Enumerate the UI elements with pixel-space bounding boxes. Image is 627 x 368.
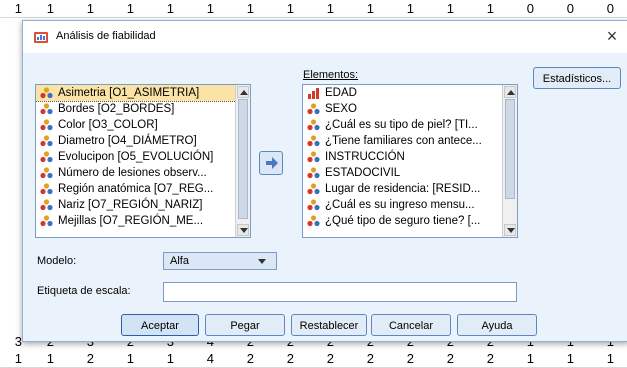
nominal-variable-icon xyxy=(40,199,53,211)
elementos-list-item[interactable]: EDAD xyxy=(303,85,517,101)
scroll-thumb[interactable] xyxy=(238,99,248,219)
nominal-variable-icon xyxy=(40,183,53,195)
sheet-cell: 1 xyxy=(606,351,614,366)
source-item-label: Asimetria [O1_ASIMETRIA] xyxy=(58,87,200,99)
right-arrow-icon xyxy=(266,157,278,169)
nominal-variable-icon xyxy=(307,215,320,227)
etiqueta-label: Etiqueta de escala: xyxy=(37,285,131,297)
reliability-dialog: Análisis de fiabilidad × Asimetria [O1_A… xyxy=(22,20,627,342)
elementos-item-label: SEXO xyxy=(325,103,357,115)
nominal-variable-icon xyxy=(307,199,320,211)
nominal-variable-icon xyxy=(40,151,53,163)
elementos-item-label: Lugar de residencia: [RESID... xyxy=(325,183,481,195)
move-to-elements-button[interactable] xyxy=(259,151,283,175)
scroll-down-arrow-icon[interactable] xyxy=(237,224,249,236)
nominal-variable-icon xyxy=(307,151,320,163)
sheet-cell: 0 xyxy=(606,1,614,16)
aceptar-button[interactable]: Aceptar xyxy=(121,314,199,336)
source-list-item[interactable]: Región anatómica [O7_REG... xyxy=(36,181,250,197)
elementos-item-label: INSTRUCCIÓN xyxy=(325,151,405,163)
source-list-item[interactable]: Diametro [O4_DIÁMETRO] xyxy=(36,133,250,149)
elementos-item-label: ¿Cuál es su ingreso mensu... xyxy=(325,199,475,211)
elementos-item-label: ESTADOCIVIL xyxy=(325,167,401,179)
source-list-item[interactable]: Color [O3_COLOR] xyxy=(36,117,250,133)
source-list-item[interactable]: Mejillas [O7_REGIÓN_ME... xyxy=(36,213,250,229)
nominal-variable-icon xyxy=(40,103,53,115)
elementos-label: Elementos: xyxy=(303,69,359,81)
elementos-item-label: ¿Tiene familiares con antece... xyxy=(325,135,482,147)
cancelar-button[interactable]: Cancelar xyxy=(371,314,451,336)
source-item-label: Color [O3_COLOR] xyxy=(58,119,158,131)
source-item-label: Bordes [O2_BORDES] xyxy=(58,103,175,115)
source-list-item[interactable]: Número de lesiones observ... xyxy=(36,165,250,181)
elementos-item-label: ¿Qué tipo de seguro tiene? [... xyxy=(325,215,481,227)
source-list-item[interactable]: Asimetria [O1_ASIMETRIA] xyxy=(36,85,250,102)
source-item-label: Mejillas [O7_REGIÓN_ME... xyxy=(58,215,204,227)
elementos-item-label: EDAD xyxy=(325,87,357,99)
nominal-variable-icon xyxy=(40,135,53,147)
source-variables-list[interactable]: Asimetria [O1_ASIMETRIA] Bordes [O2_BORDE… xyxy=(35,84,251,238)
restablecer-button[interactable]: Restablecer xyxy=(291,314,367,336)
scroll-down-arrow-icon[interactable] xyxy=(504,224,516,236)
modelo-value: Alfa xyxy=(170,255,189,267)
nominal-variable-icon xyxy=(307,119,320,131)
source-scrollbar[interactable] xyxy=(235,85,250,237)
elementos-scrollbar[interactable] xyxy=(502,85,517,237)
etiqueta-input[interactable] xyxy=(163,282,517,302)
nominal-variable-icon xyxy=(307,135,320,147)
scroll-up-arrow-icon[interactable] xyxy=(504,86,516,98)
elementos-list-item[interactable]: ¿Qué tipo de seguro tiene? [... xyxy=(303,213,517,229)
source-list-item[interactable]: Nariz [O7_REGIÓN_NARIZ] xyxy=(36,197,250,213)
elementos-item-label: ¿Cuál es su tipo de piel? [TI... xyxy=(325,119,478,131)
source-item-label: Número de lesiones observ... xyxy=(58,167,207,179)
reliability-app-icon xyxy=(34,32,48,43)
modelo-label: Modelo: xyxy=(37,255,77,267)
dialog-title: Análisis de fiabilidad xyxy=(56,30,156,42)
nominal-variable-icon xyxy=(307,103,320,115)
scroll-up-arrow-icon[interactable] xyxy=(237,86,249,98)
elementos-list[interactable]: EDAD SEXO ¿Cuál es su tipo de piel? [TI...… xyxy=(302,84,518,238)
nominal-variable-icon xyxy=(307,183,320,195)
estadisticos-button[interactable]: Estadísticos... xyxy=(533,67,621,89)
elementos-list-item[interactable]: INSTRUCCIÓN xyxy=(303,149,517,165)
chevron-down-icon xyxy=(258,259,266,264)
source-item-label: Diametro [O4_DIÁMETRO] xyxy=(58,135,197,147)
source-item-label: Nariz [O7_REGIÓN_NARIZ] xyxy=(58,199,203,211)
nominal-variable-icon xyxy=(40,119,53,131)
source-list-item[interactable]: Bordes [O2_BORDES] xyxy=(36,101,250,117)
pegar-button[interactable]: Pegar xyxy=(205,314,285,336)
close-icon[interactable]: × xyxy=(602,26,622,46)
title-bar: Análisis de fiabilidad × xyxy=(23,21,627,53)
ayuda-button[interactable]: Ayuda xyxy=(457,314,537,336)
sheet-row-top: 1111111111111000 xyxy=(0,0,627,18)
source-item-label: Evolucipon [O5_EVOLUCIÓN] xyxy=(58,151,214,163)
nominal-variable-icon xyxy=(40,215,53,227)
modelo-select[interactable]: Alfa xyxy=(163,252,277,270)
elementos-list-item[interactable]: SEXO xyxy=(303,101,517,117)
elementos-list-item[interactable]: ¿Tiene familiares con antece... xyxy=(303,133,517,149)
nominal-variable-icon xyxy=(40,167,53,179)
source-item-label: Región anatómica [O7_REG... xyxy=(58,183,214,195)
nominal-variable-icon xyxy=(40,87,53,99)
elementos-list-item[interactable]: ESTADOCIVIL xyxy=(303,165,517,181)
sheet-row-3: 1121142222222111 xyxy=(0,350,627,368)
scroll-thumb[interactable] xyxy=(505,99,515,199)
elementos-list-item[interactable]: ¿Cuál es su ingreso mensu... xyxy=(303,197,517,213)
scale-variable-icon xyxy=(308,88,319,99)
elementos-list-item[interactable]: ¿Cuál es su tipo de piel? [TI... xyxy=(303,117,517,133)
source-list-item[interactable]: Evolucipon [O5_EVOLUCIÓN] xyxy=(36,149,250,165)
elementos-list-item[interactable]: Lugar de residencia: [RESID... xyxy=(303,181,517,197)
nominal-variable-icon xyxy=(307,167,320,179)
